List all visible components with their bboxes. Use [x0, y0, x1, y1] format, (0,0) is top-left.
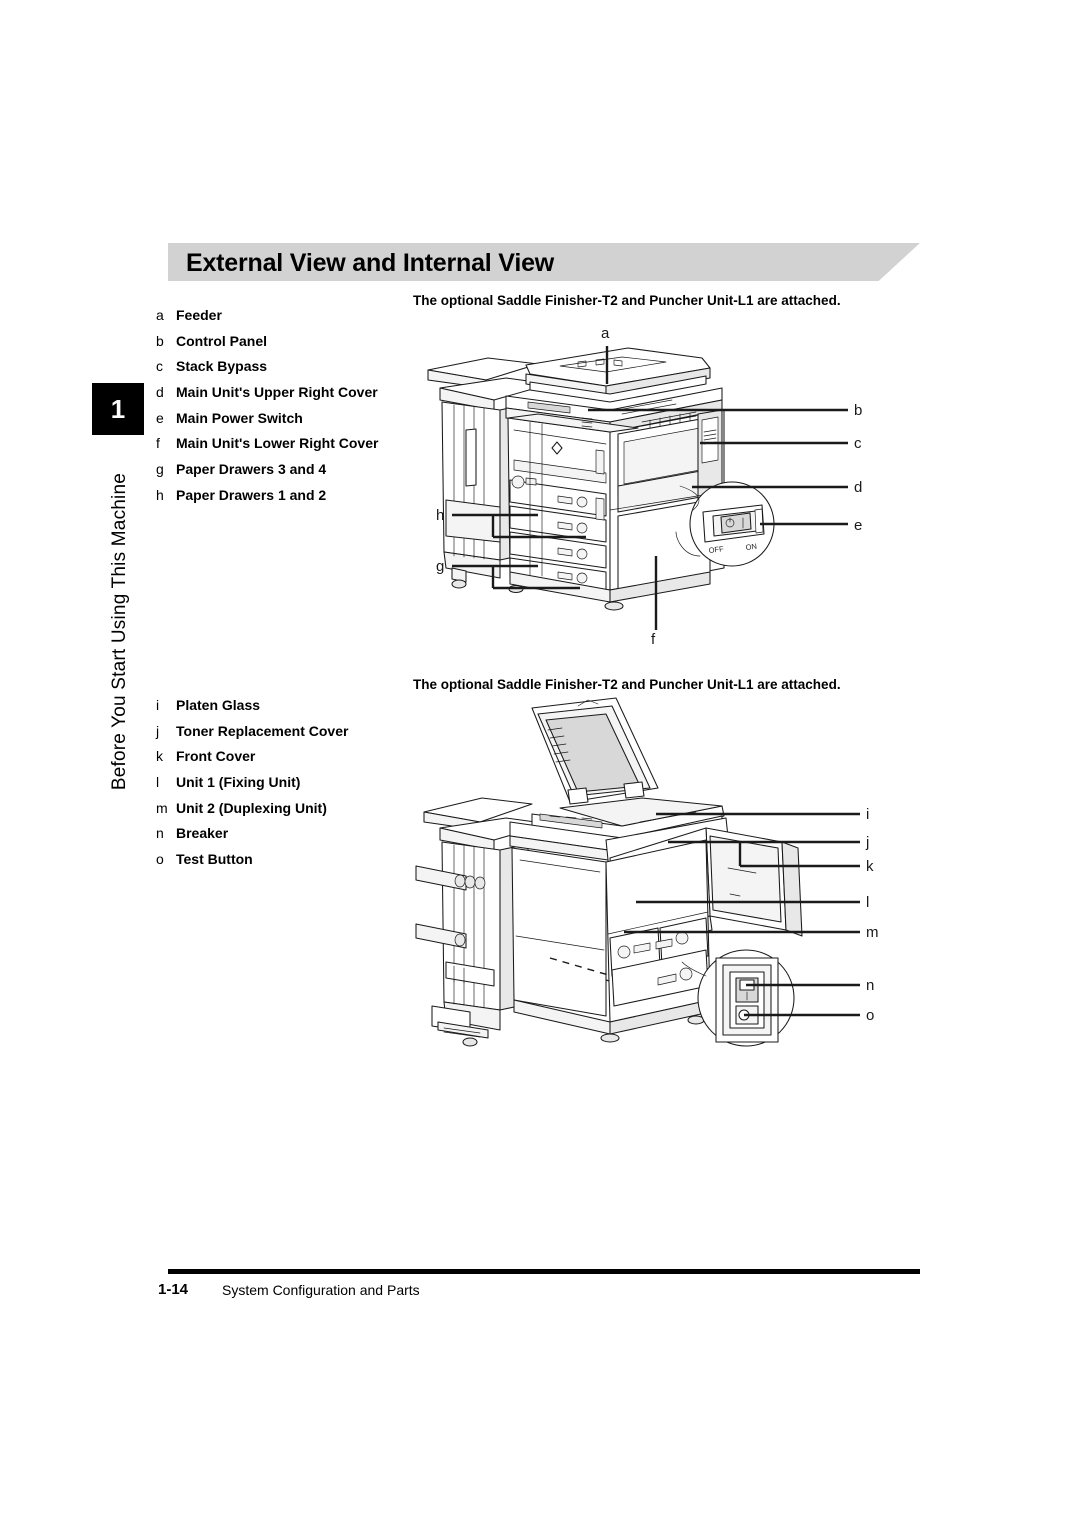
figure-internal-view: i j k l m n o	[410, 690, 910, 1070]
legend-label: Control Panel	[176, 332, 268, 349]
legend-item: f Main Unit's Lower Right Cover	[156, 433, 406, 455]
legend-label: Feeder	[176, 307, 222, 323]
page-title: External View and Internal View	[186, 249, 555, 277]
legend-key: c	[156, 358, 163, 375]
section-title-band: External View and Internal View	[168, 243, 920, 281]
document-page: 1 Before You Start Using This Machine Ex…	[0, 0, 1080, 1528]
legend-label: Platen Glass	[176, 697, 261, 713]
legend-item: n Breaker	[156, 823, 406, 845]
platen-cover-open	[531, 697, 659, 805]
callout-n: n	[866, 977, 874, 994]
legend-label: Unit 2 (Duplexing Unit)	[176, 799, 327, 816]
chapter-title: Before You Start Using This Machine	[109, 472, 130, 790]
legend-item: g Paper Drawers 3 and 4	[156, 459, 406, 481]
legend-label: Unit 1 (Fixing Unit)	[176, 774, 301, 791]
figure-1-legend: a Feeder b Control Panel c Stack Bypass …	[156, 305, 406, 511]
legend-key: g	[156, 461, 164, 478]
callout-e: e	[854, 517, 862, 534]
chapter-title-vertical: Before You Start Using This Machine	[100, 430, 140, 790]
legend-label: Paper Drawers 1 and 2	[176, 486, 327, 503]
legend-item: i Platen Glass	[156, 695, 406, 717]
callout-h: h	[436, 507, 444, 524]
callout-c: c	[854, 435, 862, 452]
callout-j: j	[865, 834, 869, 851]
legend-key: m	[156, 799, 168, 816]
callout-o: o	[866, 1007, 874, 1024]
legend-key: h	[156, 486, 164, 503]
legend-label: Paper Drawers 3 and 4	[176, 461, 327, 478]
footer-divider	[168, 1269, 920, 1274]
callout-m: m	[866, 924, 879, 941]
legend-key: o	[156, 851, 164, 868]
legend-label: Toner Replacement Cover	[176, 722, 349, 739]
legend-item: k Front Cover	[156, 746, 406, 768]
legend-item: b Control Panel	[156, 331, 406, 353]
legend-key: j	[156, 722, 160, 739]
callout-d: d	[854, 479, 862, 496]
legend-item: j Toner Replacement Cover	[156, 721, 406, 743]
callout-g: g	[436, 558, 444, 575]
figure-external-view: OFF ON a b c d e f h g	[410, 310, 910, 660]
legend-item: l Unit 1 (Fixing Unit)	[156, 772, 406, 794]
figure-1-caption: The optional Saddle Finisher-T2 and Punc…	[413, 293, 841, 308]
legend-item: o Test Button	[156, 849, 406, 871]
legend-label: Front Cover	[176, 748, 256, 765]
figure-2-legend: i Platen Glass j Toner Replacement Cover…	[156, 695, 406, 875]
legend-key: l	[156, 774, 160, 791]
legend-key: d	[156, 384, 164, 401]
legend-label: Test Button	[176, 851, 253, 868]
callout-a: a	[601, 325, 610, 342]
legend-label: Breaker	[176, 825, 229, 842]
callout-b: b	[854, 402, 862, 419]
breaker-panel-icon	[715, 957, 779, 1043]
callout-i: i	[866, 806, 869, 823]
legend-item: h Paper Drawers 1 and 2	[156, 485, 406, 507]
legend-item: a Feeder	[156, 305, 406, 327]
chapter-number: 1	[110, 394, 126, 424]
callout-l: l	[866, 894, 869, 911]
footer-section-name: System Configuration and Parts	[222, 1282, 420, 1298]
legend-label: Main Unit's Lower Right Cover	[176, 435, 379, 452]
footer-page-number: 1-14	[158, 1281, 189, 1298]
legend-key: b	[156, 332, 164, 349]
legend-item: c Stack Bypass	[156, 356, 406, 378]
chapter-number-tab: 1	[92, 383, 144, 435]
switch-on-label: ON	[745, 542, 757, 552]
switch-off-label: OFF	[708, 544, 724, 555]
legend-label: Main Power Switch	[176, 409, 303, 426]
legend-item: e Main Power Switch	[156, 408, 406, 430]
legend-key: i	[156, 697, 160, 713]
legend-key: f	[156, 435, 160, 452]
legend-key: e	[156, 409, 164, 426]
legend-key: n	[156, 825, 164, 842]
legend-key: k	[156, 748, 163, 765]
legend-label: Main Unit's Upper Right Cover	[176, 384, 378, 401]
legend-item: m Unit 2 (Duplexing Unit)	[156, 798, 406, 820]
callout-f: f	[651, 631, 656, 648]
legend-label: Stack Bypass	[176, 358, 268, 375]
legend-key: a	[156, 307, 164, 323]
main-unit-illustration	[505, 347, 725, 611]
callout-k: k	[866, 858, 874, 875]
legend-item: d Main Unit's Upper Right Cover	[156, 382, 406, 404]
